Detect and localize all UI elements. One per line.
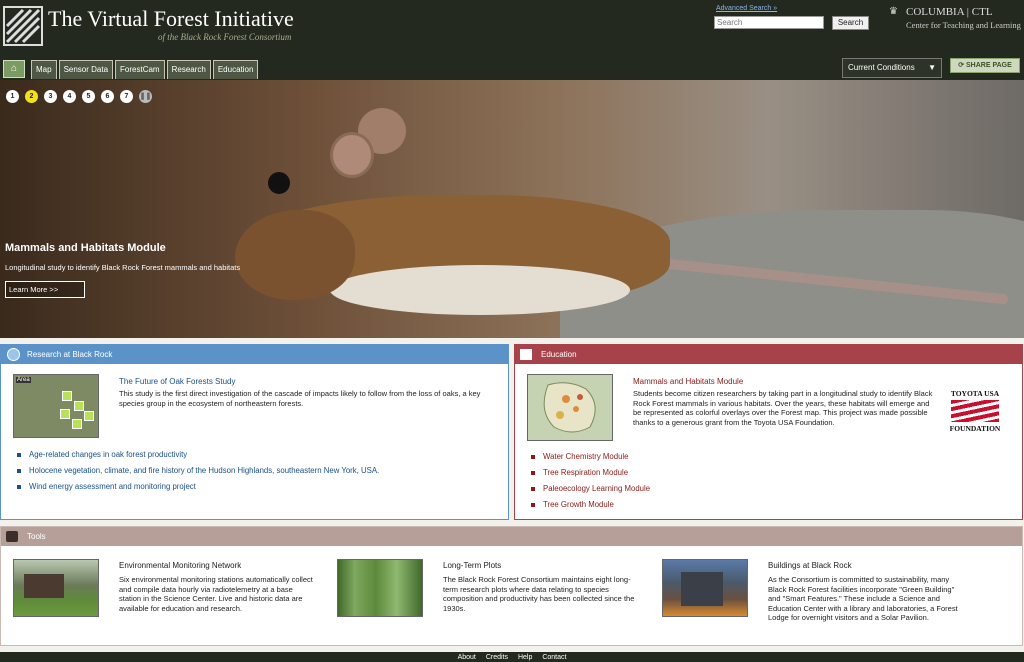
oak-study-map-thumbnail[interactable]: Area: [13, 374, 99, 438]
cabin-shape: [24, 574, 64, 598]
slide-dot[interactable]: 3: [44, 90, 57, 103]
slide-dot[interactable]: 1: [6, 90, 19, 103]
tool-body: Six environmental monitoring stations au…: [119, 575, 313, 613]
map-plot-marker: [84, 411, 94, 421]
footer-link-contact[interactable]: Contact: [542, 654, 566, 661]
education-link[interactable]: Water Chemistry Module: [531, 452, 650, 461]
crown-icon: ♛: [889, 6, 898, 17]
research-feature-title[interactable]: The Future of Oak Forests Study: [119, 377, 236, 386]
partner-subtitle: Center for Teaching and Learning: [906, 20, 1021, 30]
monitoring-station-thumbnail[interactable]: [13, 559, 99, 617]
education-panel: Education Mammals and Habitats Module St…: [514, 344, 1023, 520]
research-link-list: Age-related changes in oak forest produc…: [17, 450, 379, 498]
forest-plot-thumbnail[interactable]: [337, 559, 423, 617]
nav-map[interactable]: Map: [31, 60, 57, 79]
magnifier-icon: [7, 348, 20, 361]
search-input[interactable]: [714, 16, 824, 29]
map-plot-marker: [72, 419, 82, 429]
building-shape: [681, 572, 723, 606]
partner-logo[interactable]: COLUMBIA | CTL: [906, 6, 993, 18]
education-header: Education: [515, 345, 1022, 364]
hero-mouse-ear: [330, 132, 374, 178]
map-plot-marker: [60, 409, 70, 419]
site-logo[interactable]: [3, 6, 43, 46]
pause-icon[interactable]: ❚❚: [139, 90, 152, 103]
education-heading: Education: [541, 350, 577, 359]
nav-research[interactable]: Research: [166, 60, 211, 79]
slide-dot[interactable]: 7: [120, 90, 133, 103]
main-nav: Map Sensor Data ForestCam Research Educa…: [31, 60, 259, 79]
sponsor-name-bottom: FOUNDATION: [949, 424, 1001, 433]
footer-link-about[interactable]: About: [458, 654, 476, 661]
tool-title[interactable]: Long-Term Plots: [443, 561, 501, 570]
research-heading: Research at Black Rock: [27, 350, 113, 359]
home-button[interactable]: ⌂: [3, 60, 25, 78]
nav-forestcam[interactable]: ForestCam: [115, 60, 165, 79]
nav-education[interactable]: Education: [212, 60, 259, 79]
research-link[interactable]: Wind energy assessment and monitoring pr…: [17, 482, 379, 491]
research-link[interactable]: Holocene vegetation, climate, and fire h…: [17, 466, 379, 475]
research-header: Research at Black Rock: [1, 345, 508, 364]
tool-body: The Black Rock Forest Consortium maintai…: [443, 575, 635, 613]
nav-sensor-data[interactable]: Sensor Data: [58, 60, 114, 79]
site-footer: About Credits Help Contact: [0, 652, 1024, 662]
education-link[interactable]: Paleoecology Learning Module: [531, 484, 650, 493]
tools-panel: Tools Environmental Monitoring Network S…: [0, 526, 1023, 646]
share-icon: ⟳: [958, 62, 967, 69]
toyota-foundation-logo[interactable]: TOYOTA USA FOUNDATION: [945, 389, 1005, 434]
tools-heading: Tools: [27, 532, 46, 541]
education-link[interactable]: Tree Growth Module: [531, 500, 650, 509]
hero-mouse-eye: [268, 172, 290, 194]
sponsor-name-top: TOYOTA USA: [950, 389, 1000, 398]
tool-title[interactable]: Environmental Monitoring Network: [119, 561, 241, 570]
current-conditions-dropdown[interactable]: Current Conditions ▼: [842, 58, 942, 78]
flag-icon: [951, 400, 999, 422]
search-button[interactable]: Search: [832, 16, 869, 30]
hero-title: Mammals and Habitats Module: [5, 242, 166, 254]
site-header: The Virtual Forest Initiative of the Bla…: [0, 0, 1024, 80]
habitat-map-thumbnail[interactable]: [527, 374, 613, 441]
hero-mouse-belly: [330, 265, 630, 315]
camera-icon: [6, 531, 18, 542]
research-panel: Research at Black Rock Area The Future o…: [0, 344, 509, 520]
footer-link-help[interactable]: Help: [518, 654, 532, 661]
slide-dot[interactable]: 6: [101, 90, 114, 103]
research-link[interactable]: Age-related changes in oak forest produc…: [17, 450, 379, 459]
education-feature-title[interactable]: Mammals and Habitats Module: [633, 377, 743, 386]
tool-title[interactable]: Buildings at Black Rock: [768, 561, 852, 570]
education-feature-body: Students become citizen researchers by t…: [633, 389, 933, 427]
slide-dot[interactable]: 4: [63, 90, 76, 103]
education-link[interactable]: Tree Respiration Module: [531, 468, 650, 477]
learn-more-button[interactable]: Learn More >>: [5, 281, 85, 298]
slide-dot[interactable]: 5: [82, 90, 95, 103]
current-conditions-label: Current Conditions: [848, 63, 915, 72]
hero-description: Longitudinal study to identify Black Roc…: [5, 263, 241, 272]
share-page-button[interactable]: ⟳ SHARE PAGE: [950, 58, 1020, 73]
home-icon: ⌂: [10, 63, 18, 74]
hero-mouse-head: [235, 210, 355, 300]
site-title[interactable]: The Virtual Forest Initiative: [48, 6, 294, 32]
building-thumbnail[interactable]: [662, 559, 748, 617]
site-subtitle: of the Black Rock Forest Consortium: [158, 32, 292, 42]
school-icon: [520, 349, 532, 360]
map-plot-marker: [74, 401, 84, 411]
map-thumb-label: Area: [16, 377, 31, 383]
slide-dot-active[interactable]: 2: [25, 90, 38, 103]
education-link-list: Water Chemistry Module Tree Respiration …: [531, 452, 650, 516]
map-plot-marker: [62, 391, 72, 401]
research-feature-body: This study is the first direct investiga…: [119, 389, 481, 408]
chevron-down-icon: ▼: [928, 63, 936, 72]
tool-body: As the Consortium is committed to sustai…: [768, 575, 958, 622]
tools-header: Tools: [1, 527, 1022, 546]
hero-slideshow[interactable]: 1 2 3 4 5 6 7 ❚❚ Mammals and Habitats Mo…: [0, 80, 1024, 338]
share-label: SHARE PAGE: [966, 62, 1012, 69]
advanced-search-link[interactable]: Advanced Search »: [716, 5, 777, 12]
slide-pager: 1 2 3 4 5 6 7 ❚❚: [6, 90, 152, 103]
footer-link-credits[interactable]: Credits: [486, 654, 508, 661]
